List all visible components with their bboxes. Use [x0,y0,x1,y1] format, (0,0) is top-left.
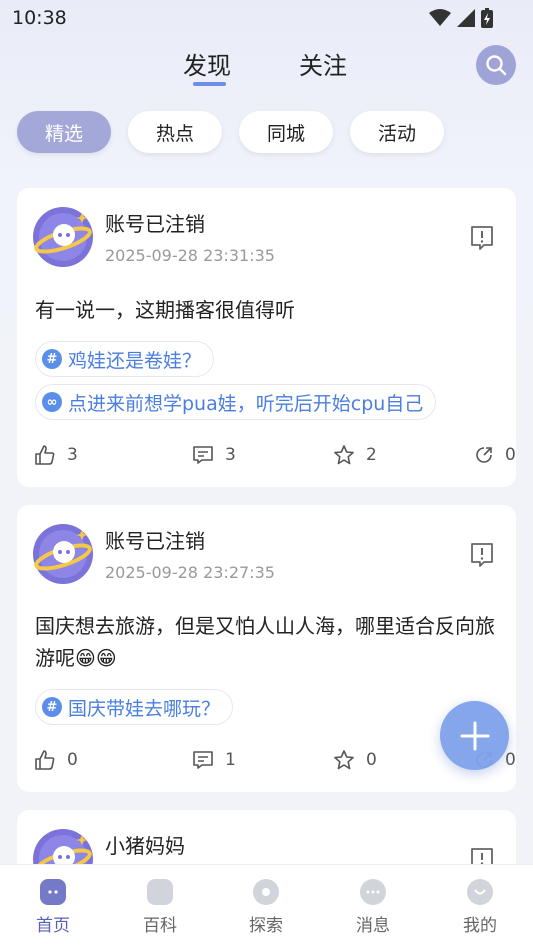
post-content[interactable]: 有一说一，这期播客很值得听 [35,294,505,326]
post-card[interactable]: 账号已注销 2025-09-28 23:31:35 有一说一，这期播客很值得听 … [17,188,516,487]
tab-underline [193,82,226,86]
star-icon [334,445,354,465]
plus-icon [460,721,489,750]
favorite-count: 0 [366,750,377,770]
comment-count: 1 [225,750,236,770]
search-button[interactable] [476,45,516,85]
battery-icon [481,8,493,28]
username[interactable]: 账号已注销 [105,525,205,554]
share-count: 0 [505,445,516,465]
thumbs-up-icon [35,445,55,465]
like-count: 3 [67,445,78,465]
tag-label: 鸡娃还是卷娃？ [68,349,202,372]
like-button[interactable]: 0 [35,750,78,770]
status-icons [429,8,493,28]
create-post-button[interactable] [440,701,509,770]
wifi-icon [429,9,451,26]
username[interactable]: 账号已注销 [105,208,205,237]
timestamp: 2025-09-28 23:31:35 [105,246,275,265]
thumbs-up-icon [35,750,55,770]
comment-icon [193,446,213,464]
topic-tag[interactable]: # 鸡娃还是卷娃？ [35,341,215,377]
post-card[interactable]: 账号已注销 2025-09-28 23:27:35 国庆想去旅游，但是又怕人山人… [17,505,516,792]
tab-follow[interactable]: 关注 [299,46,347,81]
filter-hot[interactable]: 热点 [128,111,222,153]
nav-home[interactable]: 首页 [13,879,93,936]
nav-label: 探索 [249,916,283,936]
status-bar: 10:38 [0,0,533,36]
link-icon: ∞ [42,392,62,412]
tab-discover[interactable]: 发现 [183,46,231,81]
search-icon [486,55,507,76]
favorite-button[interactable]: 0 [334,750,377,770]
report-icon[interactable] [470,542,494,568]
report-icon[interactable] [470,225,494,251]
nav-encyclopedia[interactable]: 百科 [120,879,200,936]
hashtag-icon: # [42,349,62,369]
link-tag[interactable]: ∞ 点进来前想学pua娃，听完后开始cpu自己 [35,384,437,420]
home-icon [40,879,66,905]
post-actions: 3 3 2 0 [35,445,516,469]
status-time: 10:38 [12,7,67,29]
topic-tag[interactable]: # 国庆带娃去哪玩？ [35,689,234,725]
comment-icon [193,751,213,769]
nav-label: 首页 [36,916,70,936]
like-button[interactable]: 3 [35,445,78,465]
favorite-count: 2 [366,445,377,465]
nav-label: 我的 [463,916,497,936]
book-icon [147,879,173,905]
signal-icon [457,9,475,27]
message-icon [360,879,386,905]
tag-label: 点进来前想学pua娃，听完后开始cpu自己 [68,392,424,415]
post-content[interactable]: 国庆想去旅游，但是又怕人山人海，哪里适合反向旅游呢😁😁 [35,610,505,674]
like-count: 0 [67,750,78,770]
nav-label: 百科 [143,916,177,936]
share-button[interactable]: 0 [475,445,516,465]
hashtag-icon: # [42,697,62,717]
filter-local[interactable]: 同城 [239,111,333,153]
share-count: 0 [505,750,516,770]
avatar[interactable] [33,524,93,584]
favorite-button[interactable]: 2 [334,445,377,465]
comment-count: 3 [225,445,236,465]
explore-icon [253,879,279,905]
profile-icon [467,879,493,905]
top-tabs: 发现 关注 [0,44,533,94]
nav-explore[interactable]: 探索 [226,879,306,936]
filter-featured[interactable]: 精选 [17,111,111,153]
star-icon [334,750,354,770]
comment-button[interactable]: 1 [193,750,236,770]
username[interactable]: 小猪妈妈 [105,830,185,859]
timestamp: 2025-09-28 23:27:35 [105,563,275,582]
filter-row: 精选 热点 同城 活动 [17,111,444,153]
avatar[interactable] [33,207,93,267]
tag-label: 国庆带娃去哪玩？ [68,697,221,720]
nav-profile[interactable]: 我的 [440,879,520,936]
share-icon [476,447,492,463]
nav-label: 消息 [356,916,390,936]
filter-events[interactable]: 活动 [350,111,444,153]
comment-button[interactable]: 3 [193,445,236,465]
nav-messages[interactable]: 消息 [333,879,413,936]
post-actions: 0 1 0 0 [35,750,516,774]
bottom-nav: 首页 百科 探索 消息 我的 [0,864,533,948]
